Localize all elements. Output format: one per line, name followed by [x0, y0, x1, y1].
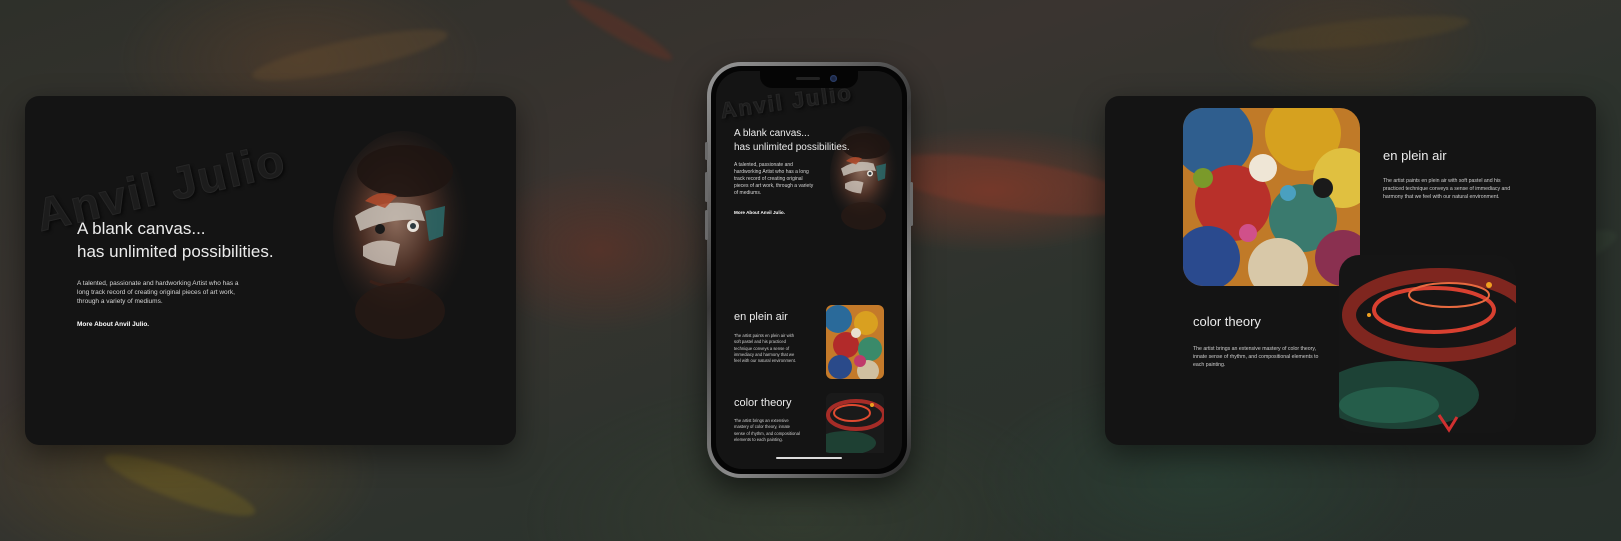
phone-volume-up [705, 172, 708, 202]
phone-volume-down [705, 210, 708, 240]
phone-mockup: Anvil Julio A blank canvas... has unlimi… [705, 62, 913, 478]
more-about-link[interactable]: More About Anvil Julio. [734, 210, 785, 215]
plein-air-title: en plein air [1383, 148, 1447, 163]
hero-title: A blank canvas... has unlimited possibil… [77, 217, 274, 264]
plein-air-description: The artist paints en plein air with soft… [734, 333, 796, 364]
color-theory-description: The artist brings an extensive mastery o… [734, 418, 800, 442]
color-theory-image [1339, 255, 1516, 433]
color-theory-description: The artist brings an extensive mastery o… [1193, 346, 1319, 368]
camera-icon [830, 75, 837, 82]
desktop-hero-card: Anvil Julio A blank canvas... has unlimi… [25, 96, 516, 445]
phone-power-button [910, 182, 913, 226]
color-theory-image [826, 393, 884, 453]
hero-description: A talented, passionate and hardworking A… [77, 280, 239, 306]
plein-air-description: The artist paints en plein air with soft… [1383, 178, 1511, 200]
hero-description: A talented, passionate and hardworking A… [734, 162, 814, 197]
hero-title-line-1: A blank canvas... [734, 128, 810, 139]
plein-air-image [1183, 108, 1360, 286]
hero-title: A blank canvas... has unlimited possibil… [734, 127, 850, 155]
phone-notch [760, 71, 858, 88]
color-theory-title: color theory [1193, 314, 1261, 329]
more-about-link[interactable]: More About Anvil Julio. [77, 321, 149, 328]
hero-title-line-2: has unlimited possibilities. [77, 242, 274, 262]
phone-screen: Anvil Julio A blank canvas... has unlimi… [716, 71, 902, 469]
hero-title-line-1: A blank canvas... [77, 219, 206, 238]
plein-air-image [826, 305, 884, 379]
hero-title-line-2: has unlimited possibilities. [734, 141, 850, 153]
portrait-image [333, 131, 473, 339]
phone-mute-switch [705, 142, 708, 160]
home-indicator[interactable] [776, 457, 842, 459]
color-theory-title: color theory [734, 397, 792, 409]
plein-air-title: en plein air [734, 311, 788, 323]
artwork-sections-card: en plein air The artist paints en plein … [1105, 96, 1596, 445]
